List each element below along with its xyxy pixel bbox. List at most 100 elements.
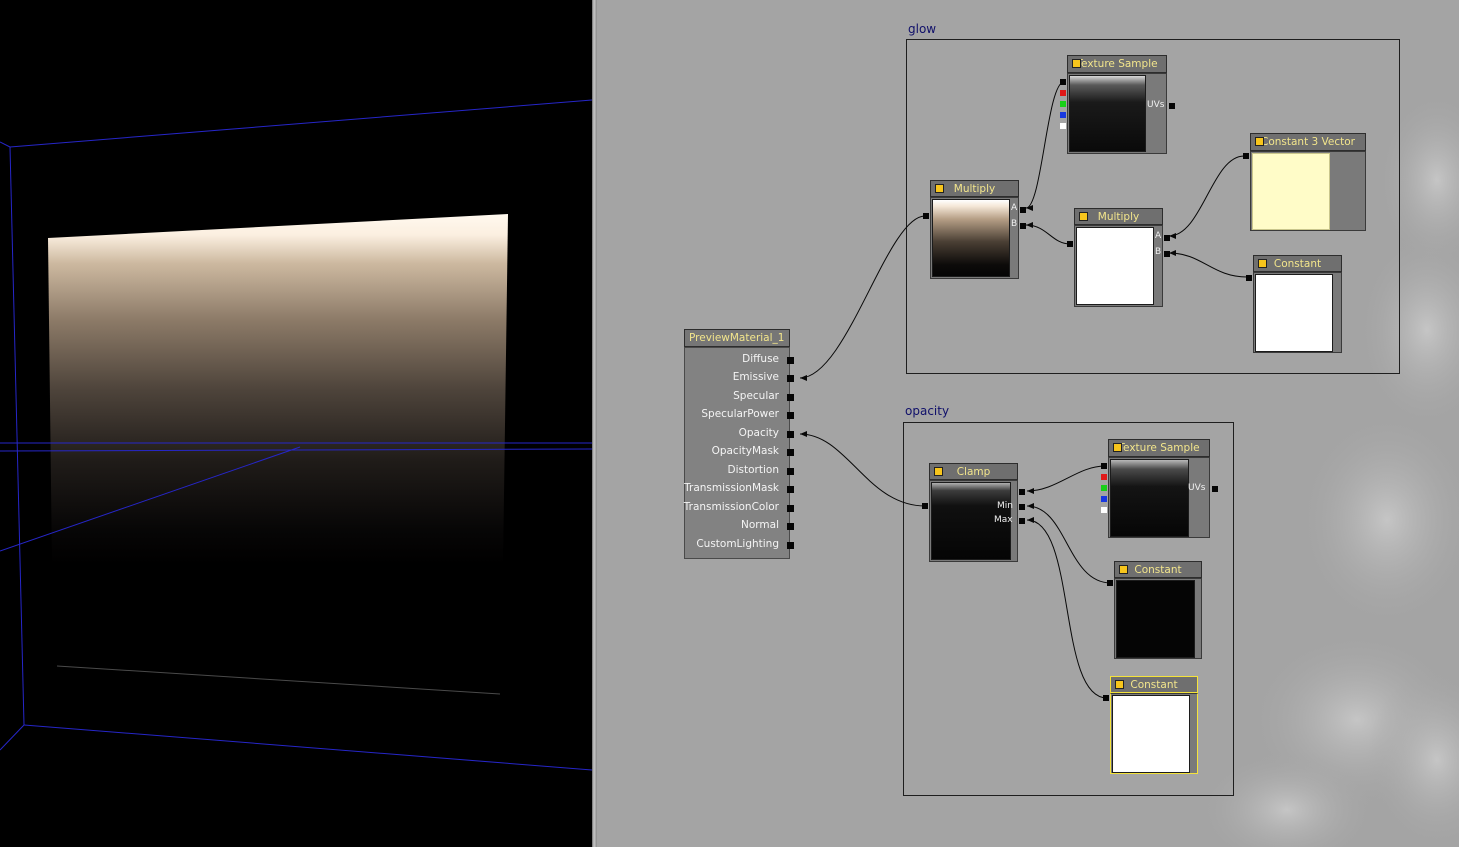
- input-max-pin[interactable]: [1019, 518, 1025, 524]
- preview-viewport[interactable]: [0, 0, 592, 847]
- customlighting-pin[interactable]: [787, 542, 794, 549]
- material-input-diffuse: Diffuse: [742, 353, 779, 365]
- rgb-output-pin[interactable]: [1060, 79, 1066, 85]
- opacitymask-pin[interactable]: [787, 449, 794, 456]
- wire-const3vec-to-multiply2-a: [1168, 155, 1245, 237]
- material-input-opacitymask: OpacityMask: [711, 445, 779, 457]
- input-a-pin[interactable]: [1020, 207, 1026, 213]
- node-title: Constant: [1134, 564, 1182, 576]
- output-pin[interactable]: [1246, 275, 1252, 281]
- output-pin[interactable]: [1107, 580, 1113, 586]
- glow-constant-node[interactable]: Constant: [1246, 255, 1342, 353]
- input-a-pin[interactable]: [1164, 235, 1170, 241]
- node-title: Constant: [1273, 258, 1322, 270]
- node-checkbox-icon[interactable]: [1258, 259, 1267, 268]
- clamp-header: Clamp: [929, 463, 1018, 480]
- emissive-pin[interactable]: [787, 375, 794, 382]
- glow-texture-sample-header: Texture Sample: [1067, 55, 1167, 73]
- constant-header: Constant: [1114, 561, 1202, 578]
- uvs-pin[interactable]: [1212, 486, 1218, 492]
- output-pin[interactable]: [1067, 241, 1073, 247]
- wire-texture-to-clamp: [1026, 465, 1106, 492]
- glow-texture-sample-node[interactable]: Texture Sample UVs: [1060, 55, 1175, 155]
- normal-pin[interactable]: [787, 523, 794, 530]
- uvs-pin[interactable]: [1169, 103, 1175, 109]
- node-title: Multiply: [953, 183, 996, 195]
- wire-clamp-to-opacity: [799, 433, 926, 507]
- material-root-node[interactable]: PreviewMaterial_1 Diffuse Emissive Specu…: [683, 329, 794, 559]
- transmissionmask-pin[interactable]: [787, 486, 794, 493]
- constant-preview: [1112, 695, 1190, 773]
- node-body: [1250, 151, 1366, 231]
- node-title: Texture Sample: [1076, 58, 1158, 70]
- input-min-pin[interactable]: [1019, 504, 1025, 510]
- red-channel-pin[interactable]: [1101, 474, 1107, 480]
- wire-multiply-to-emissive: [799, 215, 926, 379]
- material-input-transmissionmask: TransmissionMask: [684, 482, 779, 494]
- color-swatch-preview: [1252, 153, 1330, 230]
- opacity-texture-sample-node[interactable]: Texture Sample UVs: [1101, 439, 1218, 538]
- green-channel-pin[interactable]: [1101, 485, 1107, 491]
- material-input-specular: Specular: [733, 390, 779, 402]
- node-title: Constant: [1130, 679, 1178, 691]
- wire-constant-black-to-clamp-min: [1026, 505, 1112, 584]
- wire-texture-to-multiply-a: [1025, 81, 1065, 209]
- output-pin[interactable]: [1103, 695, 1109, 701]
- texture-preview: [1110, 459, 1189, 537]
- glow-constant-3-vector-node[interactable]: Constant 3 Vector: [1243, 133, 1366, 231]
- node-checkbox-icon[interactable]: [1255, 137, 1264, 146]
- input-pin[interactable]: [1019, 489, 1025, 495]
- blue-channel-pin[interactable]: [1060, 112, 1066, 118]
- material-input-distortion: Distortion: [727, 464, 779, 476]
- rgb-output-pin[interactable]: [1101, 463, 1107, 469]
- material-graph-canvas[interactable]: glow opacity PreviewMaterial_1 Diffuse E…: [597, 0, 1459, 847]
- opacity-constant-white-node[interactable]: Constant: [1103, 676, 1198, 774]
- input-min-label: Min: [997, 501, 1013, 511]
- alpha-channel-pin[interactable]: [1060, 123, 1066, 129]
- node-checkbox-icon[interactable]: [935, 184, 944, 193]
- green-channel-pin[interactable]: [1060, 101, 1066, 107]
- blue-channel-pin[interactable]: [1101, 496, 1107, 502]
- node-checkbox-icon[interactable]: [1113, 443, 1122, 452]
- distortion-pin[interactable]: [787, 468, 794, 475]
- transmissioncolor-pin[interactable]: [787, 505, 794, 512]
- opacity-pin[interactable]: [787, 431, 794, 438]
- input-max-label: Max: [994, 515, 1013, 525]
- node-checkbox-icon[interactable]: [1072, 59, 1081, 68]
- input-b-pin[interactable]: [1164, 251, 1170, 257]
- multiply-preview: [1076, 227, 1154, 305]
- node-checkbox-icon[interactable]: [1119, 565, 1128, 574]
- wire-constant-white-to-clamp-max: [1026, 519, 1108, 699]
- opacity-texture-sample-header: Texture Sample: [1108, 439, 1210, 457]
- output-pin[interactable]: [1243, 153, 1249, 159]
- diffuse-pin[interactable]: [787, 357, 794, 364]
- uvs-label: UVs: [1147, 100, 1165, 110]
- node-body: [1114, 578, 1202, 659]
- output-pin[interactable]: [922, 503, 928, 509]
- node-body: UVs: [1108, 457, 1218, 538]
- constant-preview: [1116, 580, 1195, 658]
- material-input-transmissioncolor: TransmissionColor: [683, 501, 779, 513]
- glow-multiply-node-2[interactable]: Multiply A B: [1067, 208, 1170, 307]
- node-checkbox-icon[interactable]: [1079, 212, 1088, 221]
- opacity-clamp-node[interactable]: Clamp Min Max: [922, 463, 1025, 562]
- wire-multiply2-to-multiply-b: [1025, 224, 1071, 245]
- node-checkbox-icon[interactable]: [1115, 680, 1124, 689]
- alpha-channel-pin[interactable]: [1101, 507, 1107, 513]
- glow-multiply-node-1[interactable]: Multiply A B: [923, 180, 1026, 279]
- specularpower-pin[interactable]: [787, 412, 794, 419]
- output-pin[interactable]: [923, 213, 929, 219]
- material-input-emissive: Emissive: [732, 371, 779, 383]
- node-body: A B: [1074, 225, 1170, 307]
- glow-multiply-2-header: Multiply: [1074, 208, 1163, 225]
- material-input-customlighting: CustomLighting: [696, 538, 779, 550]
- node-checkbox-icon[interactable]: [934, 467, 943, 476]
- viewport-scene: [0, 99, 592, 771]
- specular-pin[interactable]: [787, 394, 794, 401]
- material-input-opacity: Opacity: [738, 427, 779, 439]
- node-title: Multiply: [1097, 211, 1140, 223]
- input-b-label: B: [1011, 219, 1018, 229]
- input-b-pin[interactable]: [1020, 223, 1026, 229]
- red-channel-pin[interactable]: [1060, 90, 1066, 96]
- opacity-constant-black-node[interactable]: Constant: [1107, 561, 1202, 659]
